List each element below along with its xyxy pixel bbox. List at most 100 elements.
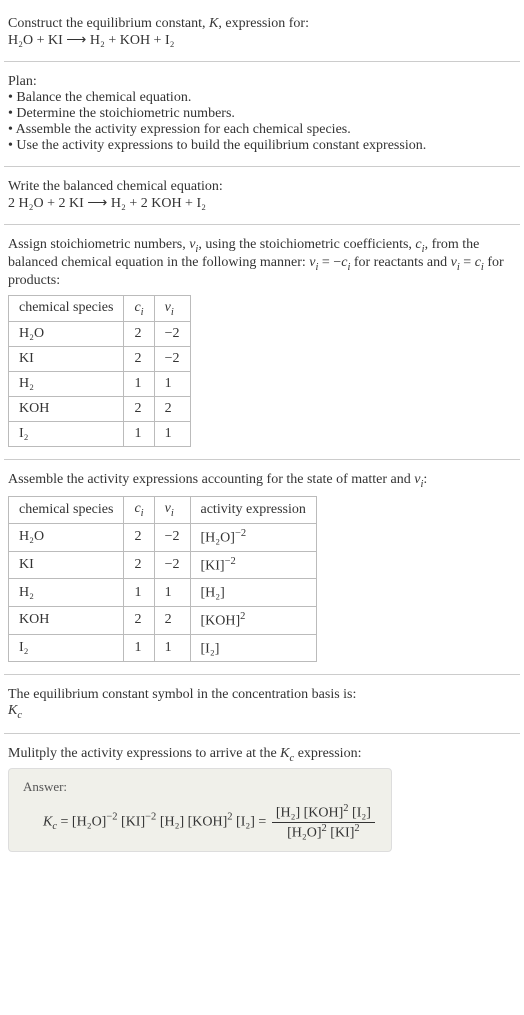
cell-species: H₂ — [9, 372, 124, 397]
final-heading: Mulitply the activity expressions to arr… — [8, 746, 516, 764]
act-base: [KOH] — [201, 614, 241, 629]
activity-h1: Assemble the activity expressions accoun… — [8, 472, 414, 487]
balanced-heading: Write the balanced chemical equation: — [8, 179, 516, 195]
num-t2: [I₂] — [349, 806, 371, 821]
plan-bullet-2: • Determine the stoichiometric numbers. — [8, 106, 516, 122]
symbol-heading: The equilibrium constant symbol in the c… — [8, 687, 516, 703]
stoich-r2b: = — [460, 255, 475, 270]
plan-bullet-4: • Use the activity expressions to build … — [8, 138, 516, 154]
ans-t1: [H₂O] — [72, 814, 106, 829]
divider — [4, 459, 520, 460]
plan-section: Plan: • Balance the chemical equation. •… — [4, 66, 520, 162]
intro-K: K — [209, 16, 218, 31]
ans-t3: [H₂] [KOH] — [156, 814, 227, 829]
den-e2: 2 — [354, 823, 359, 834]
ans-e1: −2 — [106, 812, 117, 823]
table-row: I₂11 — [9, 422, 191, 447]
act-exp: −2 — [235, 528, 246, 539]
final-h1: Mulitply the activity expressions to arr… — [8, 746, 280, 761]
final-section: Mulitply the activity expressions to arr… — [4, 738, 520, 860]
table-row: H₂11 — [9, 372, 191, 397]
table-row: H₂O2−2 — [9, 322, 191, 347]
activity-table: chemical species ci νi activity expressi… — [8, 496, 317, 662]
cell-c: 2 — [124, 606, 154, 634]
cell-c: 2 — [124, 347, 154, 372]
stoich-t2: , using the stoichiometric coefficients, — [198, 237, 415, 252]
symbol-kc: Kc — [8, 703, 516, 721]
final-K: K — [280, 746, 289, 761]
balanced-section: Write the balanced chemical equation: 2 … — [4, 171, 520, 220]
th-vi-sub: i — [171, 306, 174, 317]
th-vi: νi — [154, 295, 190, 322]
stoich-table: chemical species ci νi H₂O2−2 KI2−2 H₂11… — [8, 295, 191, 448]
cell-species: H₂O — [9, 523, 124, 551]
act-base: [I₂] — [201, 641, 220, 656]
intro-text1b: , expression for: — [218, 16, 309, 31]
intro-text1: Construct the equilibrium constant, — [8, 16, 209, 31]
th-ci-sub: i — [141, 508, 144, 519]
act-base: [H₂O] — [201, 531, 235, 546]
cell-species: I₂ — [9, 634, 124, 662]
cell-c: 2 — [124, 523, 154, 551]
den-t2: [KI] — [327, 825, 355, 840]
divider — [4, 166, 520, 167]
fraction-denominator: [H₂O]2 [KI]2 — [272, 823, 375, 842]
table-row: I₂11[I₂] — [9, 634, 317, 662]
act-exp: 2 — [240, 611, 245, 622]
cell-c: 1 — [124, 634, 154, 662]
answer-expression: Kc = [H₂O]−2 [KI]−2 [H₂] [KOH]2 [I₂] = [… — [23, 803, 377, 841]
th-vi-sub: i — [171, 508, 174, 519]
cell-v: −2 — [154, 551, 190, 579]
cell-c: 1 — [124, 422, 154, 447]
balanced-equation: 2 H₂O + 2 KI ⟶ H₂ + 2 KOH + I₂ — [8, 195, 516, 212]
cell-species: KI — [9, 551, 124, 579]
cell-v: 2 — [154, 606, 190, 634]
cell-v: −2 — [154, 322, 190, 347]
ans-eq: = — [57, 814, 72, 829]
intro-section: Construct the equilibrium constant, K, e… — [4, 8, 520, 57]
symbol-K: K — [8, 703, 17, 718]
th-ci-sub: i — [141, 306, 144, 317]
intro-equation: H₂O + KI ⟶ H₂ + KOH + I₂ — [8, 32, 516, 49]
activity-heading: Assemble the activity expressions accoun… — [8, 472, 516, 490]
cell-species: H₂O — [9, 322, 124, 347]
stoich-text: Assign stoichiometric numbers, νi, using… — [8, 237, 516, 289]
cell-species: I₂ — [9, 422, 124, 447]
cell-c: 1 — [124, 579, 154, 607]
cell-v: 1 — [154, 634, 190, 662]
table-row: KI2−2[KI]−2 — [9, 551, 317, 579]
ans-K: K — [43, 814, 52, 829]
plan-bullet-1: • Balance the chemical equation. — [8, 90, 516, 106]
cell-c: 1 — [124, 372, 154, 397]
cell-species: KI — [9, 347, 124, 372]
plan-bullet-3: • Assemble the activity expression for e… — [8, 122, 516, 138]
table-row: KI2−2 — [9, 347, 191, 372]
divider — [4, 61, 520, 62]
act-exp: −2 — [225, 556, 236, 567]
final-h2: expression: — [294, 746, 361, 761]
cell-species: KOH — [9, 397, 124, 422]
cell-activity: [I₂] — [190, 634, 316, 662]
fraction-numerator: [H₂] [KOH]2 [I₂] — [272, 803, 375, 823]
cell-c: 2 — [124, 397, 154, 422]
stoich-t1: Assign stoichiometric numbers, — [8, 237, 189, 252]
table-header-row: chemical species ci νi activity expressi… — [9, 497, 317, 524]
cell-v: 1 — [154, 372, 190, 397]
table-row: H₂11[H₂] — [9, 579, 317, 607]
cell-v: 2 — [154, 397, 190, 422]
ans-e2: −2 — [145, 812, 156, 823]
ans-t4: [I₂] = — [233, 814, 270, 829]
divider — [4, 674, 520, 675]
intro-line1: Construct the equilibrium constant, K, e… — [8, 16, 516, 32]
th-species: chemical species — [9, 497, 124, 524]
den-t1: [H₂O] — [287, 825, 321, 840]
th-species: chemical species — [9, 295, 124, 322]
ans-t2: [KI] — [118, 814, 146, 829]
table-header-row: chemical species ci νi — [9, 295, 191, 322]
table-row: KOH22[KOH]2 — [9, 606, 317, 634]
divider — [4, 224, 520, 225]
symbol-section: The equilibrium constant symbol in the c… — [4, 679, 520, 729]
cell-v: 1 — [154, 422, 190, 447]
th-ci: ci — [124, 295, 154, 322]
act-base: [H₂] — [201, 586, 225, 601]
